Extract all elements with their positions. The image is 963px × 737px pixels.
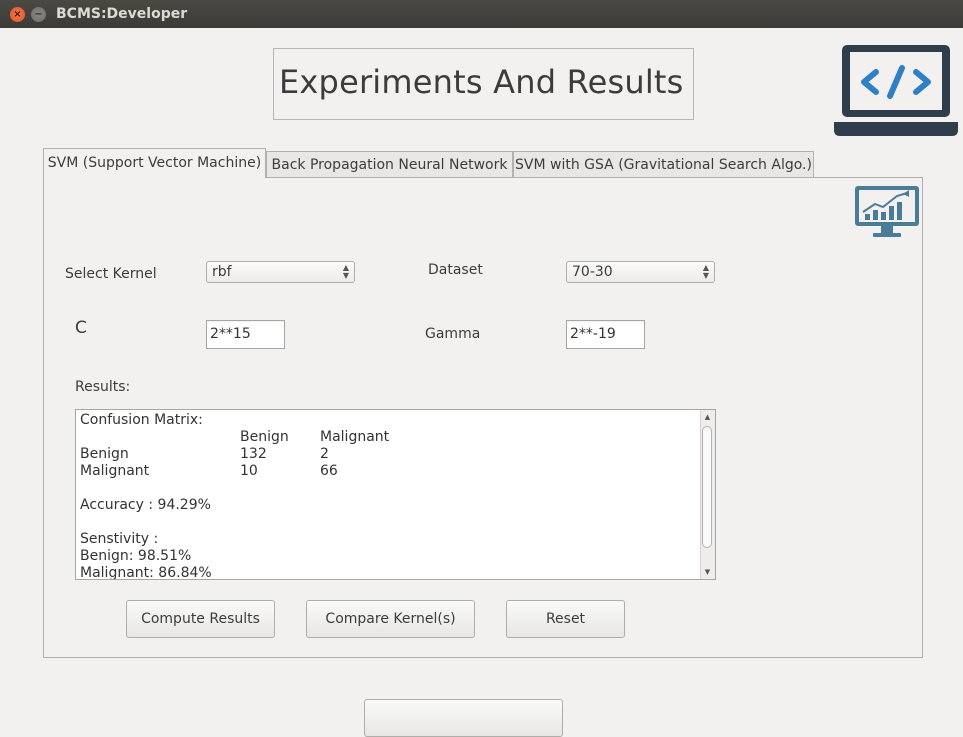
matrix-cell: 66: [320, 463, 338, 479]
dataset-select[interactable]: 70-30 ▲ ▼: [566, 261, 715, 283]
compare-kernels-button[interactable]: Compare Kernel(s): [306, 600, 475, 638]
results-label: Results:: [75, 379, 131, 395]
bottom-button-partial[interactable]: [364, 699, 563, 737]
gamma-input[interactable]: 2**-19: [566, 320, 645, 349]
matrix-cell: 2: [320, 446, 329, 462]
dataset-select-value: 70-30: [572, 264, 613, 280]
window-title: BCMS:Developer: [56, 6, 188, 22]
updown-arrows-icon: ▲ ▼: [342, 263, 349, 280]
select-kernel-label: Select Kernel: [65, 266, 157, 282]
matrix-row: Malignant 10 66: [80, 463, 700, 480]
dataset-label: Dataset: [428, 262, 483, 278]
sensitivity-benign: Benign: 98.51%: [80, 548, 192, 564]
reset-button[interactable]: Reset: [506, 600, 625, 638]
tab-svm-gsa[interactable]: SVM with GSA (Gravitational Search Algo.…: [513, 151, 814, 177]
matrix-cell: 132: [240, 446, 267, 462]
results-scrollbar[interactable]: ▲ ▼: [700, 410, 715, 579]
monitor-chart-icon: [855, 186, 919, 237]
compute-results-button[interactable]: Compute Results: [126, 600, 275, 638]
matrix-row-label: Malignant: [80, 463, 150, 479]
minimize-window-button[interactable]: −: [31, 7, 46, 22]
page-title: Experiments And Results: [279, 63, 684, 101]
results-content: Confusion Matrix: Benign Malignant Benig…: [80, 412, 700, 580]
matrix-row-label: Benign: [80, 446, 129, 462]
matrix-cell: 10: [240, 463, 258, 479]
scroll-down-icon[interactable]: ▼: [703, 567, 712, 577]
confusion-matrix-title: Confusion Matrix:: [80, 412, 203, 428]
scroll-thumb[interactable]: [702, 426, 712, 548]
close-window-button[interactable]: ×: [10, 7, 25, 22]
tab-svm[interactable]: SVM (Support Vector Machine): [43, 148, 266, 178]
laptop-code-icon: [834, 45, 958, 136]
kernel-select-value: rbf: [212, 264, 232, 280]
sensitivity-malignant: Malignant: 86.84%: [80, 565, 212, 580]
gamma-label: Gamma: [425, 326, 481, 342]
sensitivity-title: Senstivity :: [80, 531, 159, 547]
page-title-box: Experiments And Results: [273, 48, 694, 120]
tab-backprop-nn[interactable]: Back Propagation Neural Network: [266, 151, 513, 177]
results-textarea[interactable]: Confusion Matrix: Benign Malignant Benig…: [75, 409, 716, 580]
matrix-row: Benign 132 2: [80, 446, 700, 463]
c-input[interactable]: 2**15: [206, 320, 285, 349]
scroll-up-icon[interactable]: ▲: [703, 412, 712, 422]
matrix-header-benign: Benign: [240, 429, 289, 445]
matrix-header-malignant: Malignant: [320, 429, 390, 445]
kernel-select[interactable]: rbf ▲ ▼: [206, 261, 355, 283]
accuracy-line: Accuracy : 94.29%: [80, 497, 211, 513]
c-label: C: [75, 318, 87, 338]
window-titlebar: × − BCMS:Developer: [0, 0, 963, 28]
updown-arrows-icon: ▲ ▼: [702, 263, 709, 280]
